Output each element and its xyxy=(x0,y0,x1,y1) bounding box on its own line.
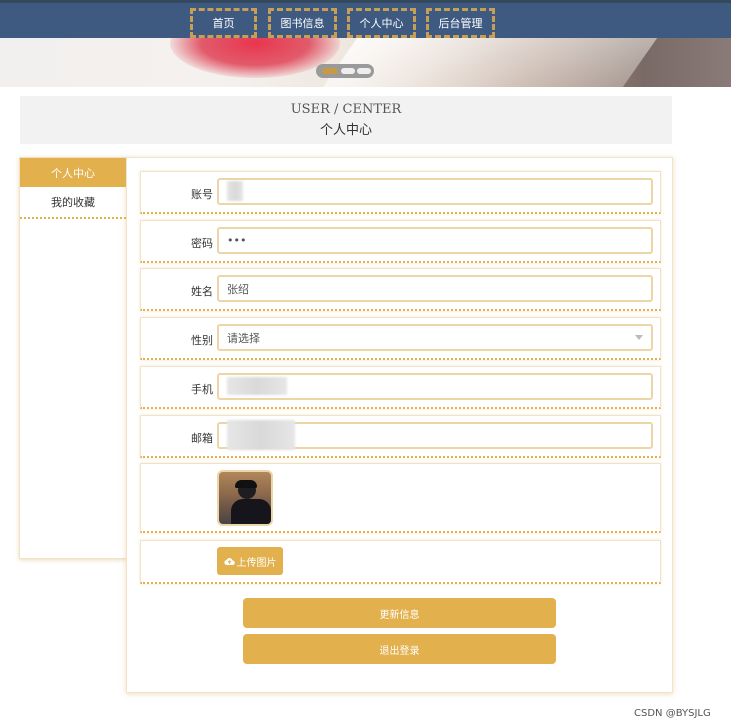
account-label: 账号 xyxy=(191,188,213,201)
form-row-gender: 性别 请选择 xyxy=(140,317,661,360)
carousel-indicator xyxy=(316,64,374,78)
form-row-phone: 手机 xyxy=(140,366,661,409)
nav-item-label: 个人中心 xyxy=(359,17,404,30)
logout-button[interactable]: 退出登录 xyxy=(243,634,556,664)
sidebar-menu: 个人中心 我的收藏 xyxy=(19,157,127,559)
carousel-dot[interactable] xyxy=(357,68,371,74)
redacted-value xyxy=(227,377,287,395)
sidebar-item-user-center[interactable]: 个人中心 xyxy=(20,158,126,187)
top-nav-bar: 首页 图书信息 个人中心 后台管理 xyxy=(0,0,731,38)
nav-item-books[interactable]: 图书信息 xyxy=(268,8,337,38)
email-input[interactable] xyxy=(217,420,653,450)
account-input[interactable] xyxy=(217,178,653,205)
form-row-name: 姓名 张绍 xyxy=(140,268,661,311)
name-input[interactable]: 张绍 xyxy=(217,275,653,302)
update-button-label: 更新信息 xyxy=(379,609,420,621)
gender-select[interactable]: 请选择 xyxy=(217,324,653,351)
page-title-cn: 个人中心 xyxy=(319,123,372,138)
watermark-text: CSDN @BYSJLG xyxy=(634,708,711,719)
phone-input[interactable] xyxy=(217,373,653,400)
update-info-button[interactable]: 更新信息 xyxy=(243,598,556,628)
carousel-dot-active[interactable] xyxy=(322,68,338,74)
redacted-value xyxy=(227,181,243,201)
password-input[interactable]: ••• xyxy=(217,227,653,254)
nav-item-label: 后台管理 xyxy=(438,17,483,30)
profile-form-panel: 账号 密码 ••• 姓名 张绍 性别 请选择 手机 邮箱 上传图片 更新信息 退… xyxy=(126,157,673,693)
nav-item-home[interactable]: 首页 xyxy=(190,8,257,38)
form-row-password: 密码 ••• xyxy=(140,220,661,263)
carousel-dot[interactable] xyxy=(341,68,355,74)
upload-image-button[interactable]: 上传图片 xyxy=(217,547,283,575)
nav-item-admin[interactable]: 后台管理 xyxy=(426,8,495,38)
redacted-value xyxy=(227,420,295,450)
cloud-upload-icon xyxy=(223,557,235,565)
page-title-en: USER / CENTER xyxy=(290,102,402,117)
avatar-image xyxy=(217,470,273,526)
sidebar-item-label: 个人中心 xyxy=(51,166,95,180)
upload-button-label: 上传图片 xyxy=(236,557,277,569)
form-row-upload: 上传图片 xyxy=(140,540,661,584)
gender-label: 性别 xyxy=(191,334,213,347)
form-row-email: 邮箱 xyxy=(140,415,661,458)
nav-item-label: 图书信息 xyxy=(280,17,325,30)
chevron-down-icon xyxy=(635,335,643,340)
page-title-box: USER / CENTER 个人中心 xyxy=(20,96,672,144)
nav-item-user-center[interactable]: 个人中心 xyxy=(347,8,416,38)
form-row-account: 账号 xyxy=(140,171,661,214)
sidebar-item-favorites[interactable]: 我的收藏 xyxy=(20,187,126,219)
form-row-avatar xyxy=(140,463,661,533)
nav-item-label: 首页 xyxy=(212,17,235,30)
name-label: 姓名 xyxy=(191,285,213,298)
phone-label: 手机 xyxy=(191,383,213,396)
banner-image xyxy=(0,38,731,87)
password-label: 密码 xyxy=(191,237,213,250)
sidebar-item-label: 我的收藏 xyxy=(51,196,95,209)
email-label: 邮箱 xyxy=(191,432,213,445)
logout-button-label: 退出登录 xyxy=(379,645,420,657)
